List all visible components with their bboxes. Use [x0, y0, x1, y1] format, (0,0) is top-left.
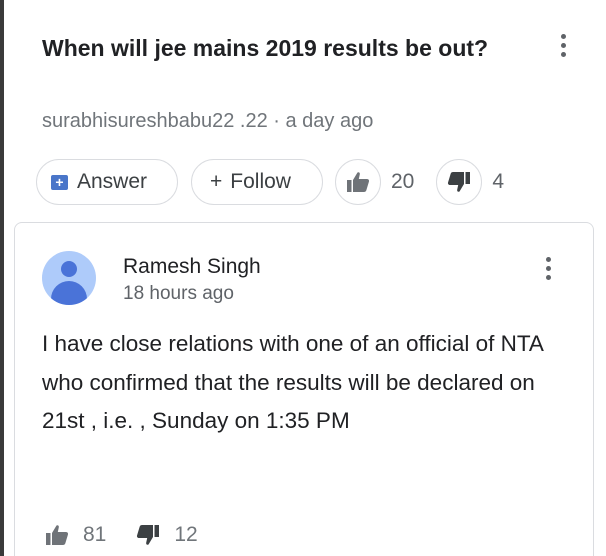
- thumbs-down-icon[interactable]: [136, 524, 160, 546]
- thumbs-up-icon[interactable]: [45, 524, 69, 546]
- question-title[interactable]: When will jee mains 2019 results be out?: [42, 30, 512, 66]
- more-vertical-icon[interactable]: [535, 253, 561, 283]
- answer-text: I have close relations with one of an of…: [42, 331, 543, 433]
- question-card: When will jee mains 2019 results be out?…: [0, 0, 606, 222]
- answer-downvote-count: 12: [174, 523, 198, 546]
- question-downvote-count: 4: [492, 170, 505, 193]
- avatar[interactable]: [42, 251, 96, 305]
- answer-button-label: Answer: [77, 170, 148, 193]
- question-meta: surabhisureshbabu22 .22 · a day ago: [42, 110, 374, 132]
- downvote-button[interactable]: [436, 159, 483, 205]
- upvote-button[interactable]: [335, 159, 381, 205]
- thumbs-up-icon: [347, 172, 370, 192]
- thumbs-down-icon: [448, 172, 471, 192]
- question-actions: + Answer + Follow 20 4: [36, 158, 504, 206]
- follow-button-label: Follow: [230, 170, 291, 193]
- answer-time: 18 hours ago: [123, 283, 234, 304]
- more-vertical-icon[interactable]: [550, 30, 576, 60]
- answer-upvote-count: 81: [83, 523, 107, 546]
- answer-plus-icon: +: [51, 174, 68, 190]
- answer-author[interactable]: Ramesh Singh: [123, 255, 261, 279]
- follow-button[interactable]: + Follow: [191, 159, 323, 205]
- plus-icon: +: [210, 170, 223, 193]
- answer-card: Ramesh Singh 18 hours ago I have close r…: [14, 222, 594, 556]
- answer-button[interactable]: + Answer: [36, 159, 178, 205]
- answer-votes: 81 12: [45, 523, 198, 547]
- question-upvote-count: 20: [391, 170, 415, 193]
